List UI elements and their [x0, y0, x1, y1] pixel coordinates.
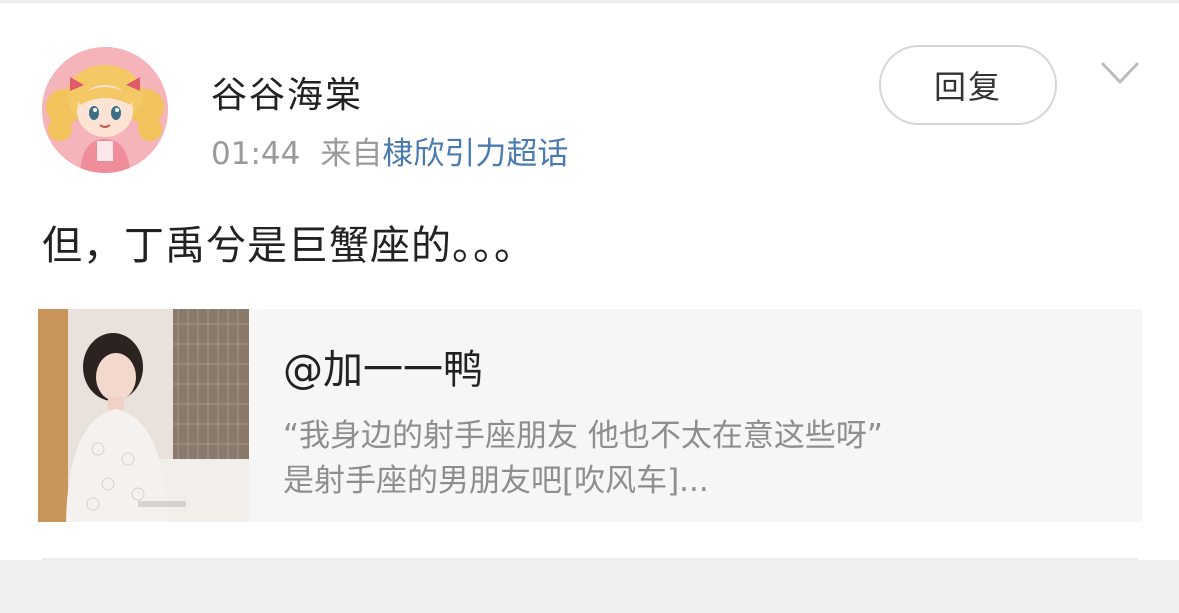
username[interactable]: 谷谷海棠 [211, 66, 363, 118]
post-meta: 01:44 来自棣欣引力超话 [211, 128, 568, 173]
post-content: 但，丁禹兮是巨蟹座的。。。 [42, 223, 535, 269]
source-prefix: 来自 [320, 136, 383, 172]
reply-button[interactable]: 回复 [879, 45, 1057, 125]
source-link[interactable]: 棣欣引力超话 [382, 136, 568, 172]
quoted-post-thumbnail [38, 309, 249, 522]
quoted-author[interactable]: @加一一鸭 [283, 337, 483, 395]
bottom-separator [0, 560, 1179, 613]
post-time: 01:44 [211, 136, 301, 172]
chevron-down-icon[interactable] [1100, 58, 1140, 88]
quoted-post-card[interactable]: @加一一鸭 “我身边的射手座朋友 他也不太在意这些呀” 是射手座的男朋友吧[吹风… [38, 309, 1142, 522]
top-divider [0, 0, 1179, 3]
quoted-text-line: 是射手座的男朋友吧[吹风车]... [283, 463, 709, 499]
quoted-text-line: “我身边的射手座朋友 他也不太在意这些呀” [283, 418, 883, 454]
avatar[interactable] [42, 47, 168, 173]
